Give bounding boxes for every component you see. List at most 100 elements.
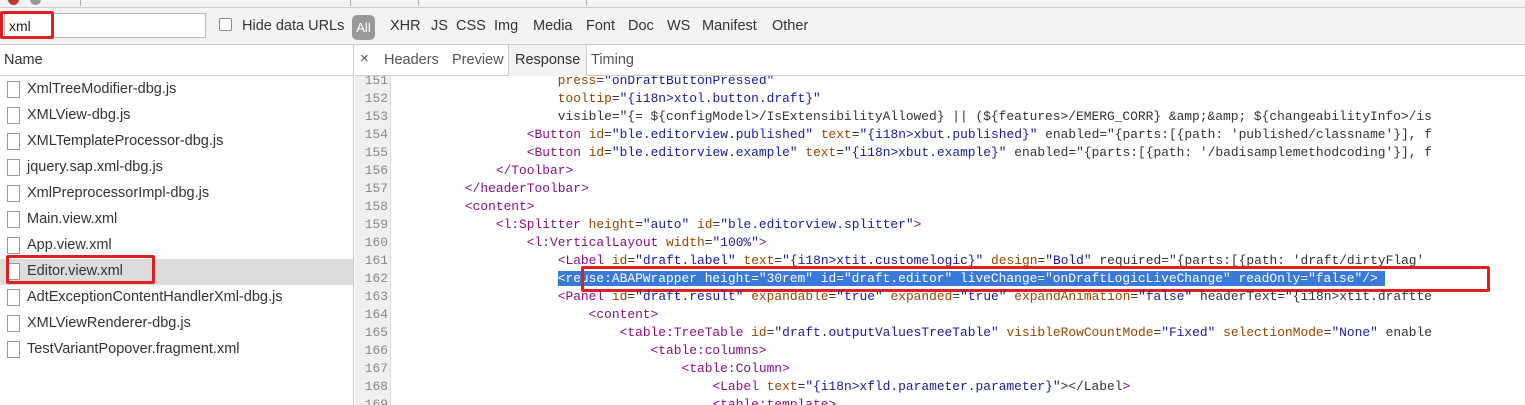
highlight-box xyxy=(6,255,155,284)
code-line: 155 <Button id="ble.editorview.example" … xyxy=(355,144,1525,162)
code-line: 154 <Button id="ble.editorview.published… xyxy=(355,126,1525,144)
clear-icon[interactable] xyxy=(30,0,41,5)
code-text: press="onDraftButtonPressed" xyxy=(557,76,775,88)
code-line: 156 </Toolbar> xyxy=(355,162,1525,180)
filter-all-button[interactable]: All xyxy=(352,15,375,40)
request-name: XmlTreeModifier-dbg.js xyxy=(27,81,177,97)
response-code-viewer[interactable]: 151 press="onDraftButtonPressed" 152 tool… xyxy=(355,76,1525,405)
file-icon xyxy=(7,185,20,202)
request-name: XmlPreprocessorImpl-dbg.js xyxy=(27,185,210,201)
code-text: <l:Splitter height="auto" id="ble.editor… xyxy=(495,217,922,232)
request-name: App.view.xml xyxy=(27,237,112,253)
request-row[interactable]: jquery.sap.xml-dbg.js xyxy=(0,155,353,181)
line-number: 160 xyxy=(364,235,388,250)
line-number: 169 xyxy=(364,397,388,405)
hide-data-urls-checkbox[interactable] xyxy=(219,18,232,31)
filter-img-button[interactable]: Img xyxy=(494,18,518,34)
request-row[interactable]: TestVariantPopover.fragment.xml xyxy=(0,337,353,363)
line-number: 168 xyxy=(364,379,388,394)
request-name: AdtExceptionContentHandlerXml-dbg.js xyxy=(27,289,283,305)
tab-timing[interactable]: Timing xyxy=(585,45,640,76)
request-name: XMLViewRenderer-dbg.js xyxy=(27,315,191,331)
line-number: 153 xyxy=(364,109,388,124)
code-line: 164 <content> xyxy=(355,306,1525,324)
line-number: 163 xyxy=(364,289,388,304)
filter-xhr-button[interactable]: XHR xyxy=(390,18,421,34)
code-text: <l:VerticalLayout width="100%"> xyxy=(526,235,767,250)
request-row[interactable]: AdtExceptionContentHandlerXml-dbg.js xyxy=(0,285,353,311)
toolbar-divider xyxy=(80,0,81,6)
code-text: <Label text="{i18n>xfld.parameter.parame… xyxy=(712,379,1131,394)
code-line: 163 <Panel id="draft.result" expandable=… xyxy=(355,288,1525,306)
request-row[interactable]: Main.view.xml xyxy=(0,207,353,233)
line-number: 151 xyxy=(364,76,388,88)
code-line: 152 tooltip="{i18n>xtol.button.draft}" xyxy=(355,90,1525,108)
code-text: <table:TreeTable id="draft.outputValuesT… xyxy=(619,325,1433,340)
tab-headers[interactable]: Headers xyxy=(378,45,445,76)
request-name: XMLTemplateProcessor-dbg.js xyxy=(27,133,224,149)
file-icon xyxy=(7,107,20,124)
file-icon xyxy=(7,133,20,150)
file-icon xyxy=(7,159,20,176)
request-name: jquery.sap.xml-dbg.js xyxy=(27,159,163,175)
request-row[interactable]: XMLTemplateProcessor-dbg.js xyxy=(0,129,353,155)
filter-font-button[interactable]: Font xyxy=(586,18,615,34)
record-icon[interactable] xyxy=(8,0,19,5)
filter-doc-button[interactable]: Doc xyxy=(628,18,654,34)
filter-css-button[interactable]: CSS xyxy=(456,18,486,34)
file-icon xyxy=(7,341,20,358)
code-text: <table:template> xyxy=(712,397,837,405)
filter-other-button[interactable]: Other xyxy=(772,18,808,34)
code-text: </headerToolbar> xyxy=(464,181,589,196)
code-text: <table:columns> xyxy=(650,343,767,358)
code-line: 167 <table:Column> xyxy=(355,360,1525,378)
code-text: <Panel id="draft.result" expandable="tru… xyxy=(557,289,1433,304)
request-row[interactable]: XMLViewRenderer-dbg.js xyxy=(0,311,353,337)
file-icon xyxy=(7,211,20,228)
response-panel: × Headers Preview Response Timing 151 pr… xyxy=(355,45,1525,405)
line-number: 155 xyxy=(364,145,388,160)
request-name: XMLView-dbg.js xyxy=(27,107,131,123)
code-text: <content> xyxy=(588,307,659,322)
highlight-box xyxy=(0,11,54,39)
line-number: 165 xyxy=(364,325,388,340)
code-text: </Toolbar> xyxy=(495,163,574,178)
filter-js-button[interactable]: JS xyxy=(431,18,448,34)
request-name: Main.view.xml xyxy=(27,211,118,227)
file-icon xyxy=(7,289,20,306)
toolbar-divider xyxy=(418,0,419,6)
code-line: 158 <content> xyxy=(355,198,1525,216)
file-icon xyxy=(7,315,20,332)
filter-manifest-button[interactable]: Manifest xyxy=(702,18,757,34)
hide-data-urls-label: Hide data URLs xyxy=(242,18,345,34)
code-text: <content> xyxy=(464,199,535,214)
line-number: 166 xyxy=(364,343,388,358)
code-line: 166 <table:columns> xyxy=(355,342,1525,360)
toolbar-divider xyxy=(350,0,351,6)
request-row[interactable]: XmlTreeModifier-dbg.js xyxy=(0,77,353,103)
code-line: 157 </headerToolbar> xyxy=(355,180,1525,198)
code-line: 168 <Label text="{i18n>xfld.parameter.pa… xyxy=(355,378,1525,396)
request-list-panel: Name XmlTreeModifier-dbg.js XMLView-dbg.… xyxy=(0,45,354,405)
line-number: 154 xyxy=(364,127,388,142)
code-text: <Button id="ble.editorview.published" te… xyxy=(526,127,1432,142)
code-line: 153 visible="{= ${configModel>/IsExtensi… xyxy=(355,108,1525,126)
code-line: 159 <l:Splitter height="auto" id="ble.ed… xyxy=(355,216,1525,234)
file-icon xyxy=(7,237,20,254)
request-row[interactable]: XMLView-dbg.js xyxy=(0,103,353,129)
filter-media-button[interactable]: Media xyxy=(533,18,573,34)
name-column-header[interactable]: Name xyxy=(0,45,353,76)
file-icon xyxy=(7,81,20,98)
code-text: visible="{= ${configModel>/IsExtensibili… xyxy=(403,109,1432,124)
close-icon[interactable]: × xyxy=(360,50,369,67)
code-text: tooltip="{i18n>xtol.button.draft}" xyxy=(557,91,821,106)
line-number: 157 xyxy=(364,181,388,196)
detail-tab-bar: × Headers Preview Response Timing xyxy=(355,45,1525,76)
request-row[interactable]: XmlPreprocessorImpl-dbg.js xyxy=(0,181,353,207)
filter-ws-button[interactable]: WS xyxy=(667,18,690,34)
code-line: 169 <table:template> xyxy=(355,396,1525,405)
tab-response[interactable]: Response xyxy=(508,45,588,76)
line-number: 159 xyxy=(364,217,388,232)
line-number: 162 xyxy=(364,271,388,286)
tab-preview[interactable]: Preview xyxy=(446,45,510,76)
